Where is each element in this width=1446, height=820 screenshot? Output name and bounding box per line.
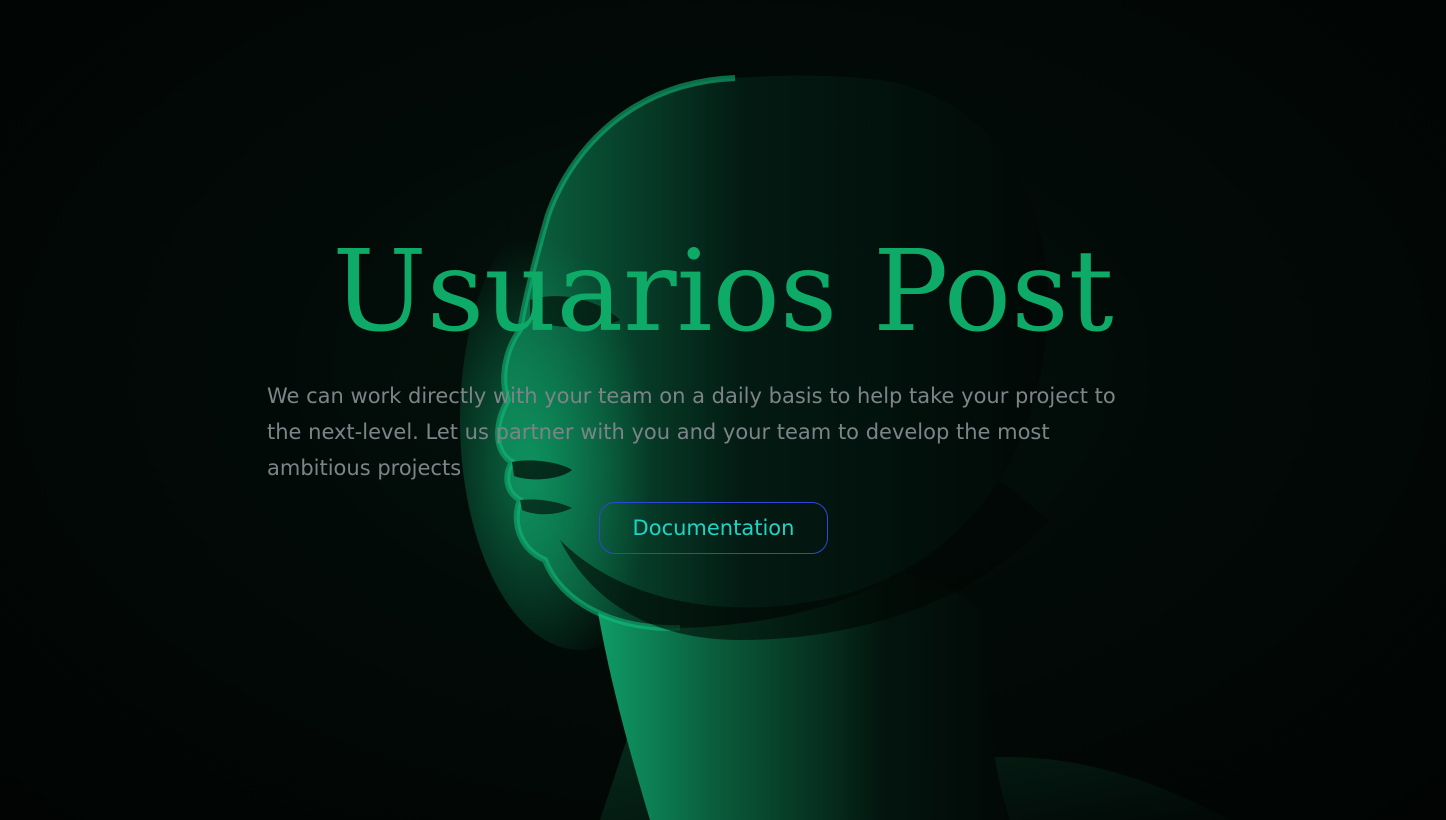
hero-content: Usuarios Post We can work directly with … [0,0,1446,820]
hero-description: We can work directly with your team on a… [267,384,1116,480]
hero-section: Usuarios Post We can work directly with … [0,0,1446,820]
hero-title: Usuarios Post [332,227,1114,357]
documentation-button[interactable]: Documentation [599,502,828,554]
